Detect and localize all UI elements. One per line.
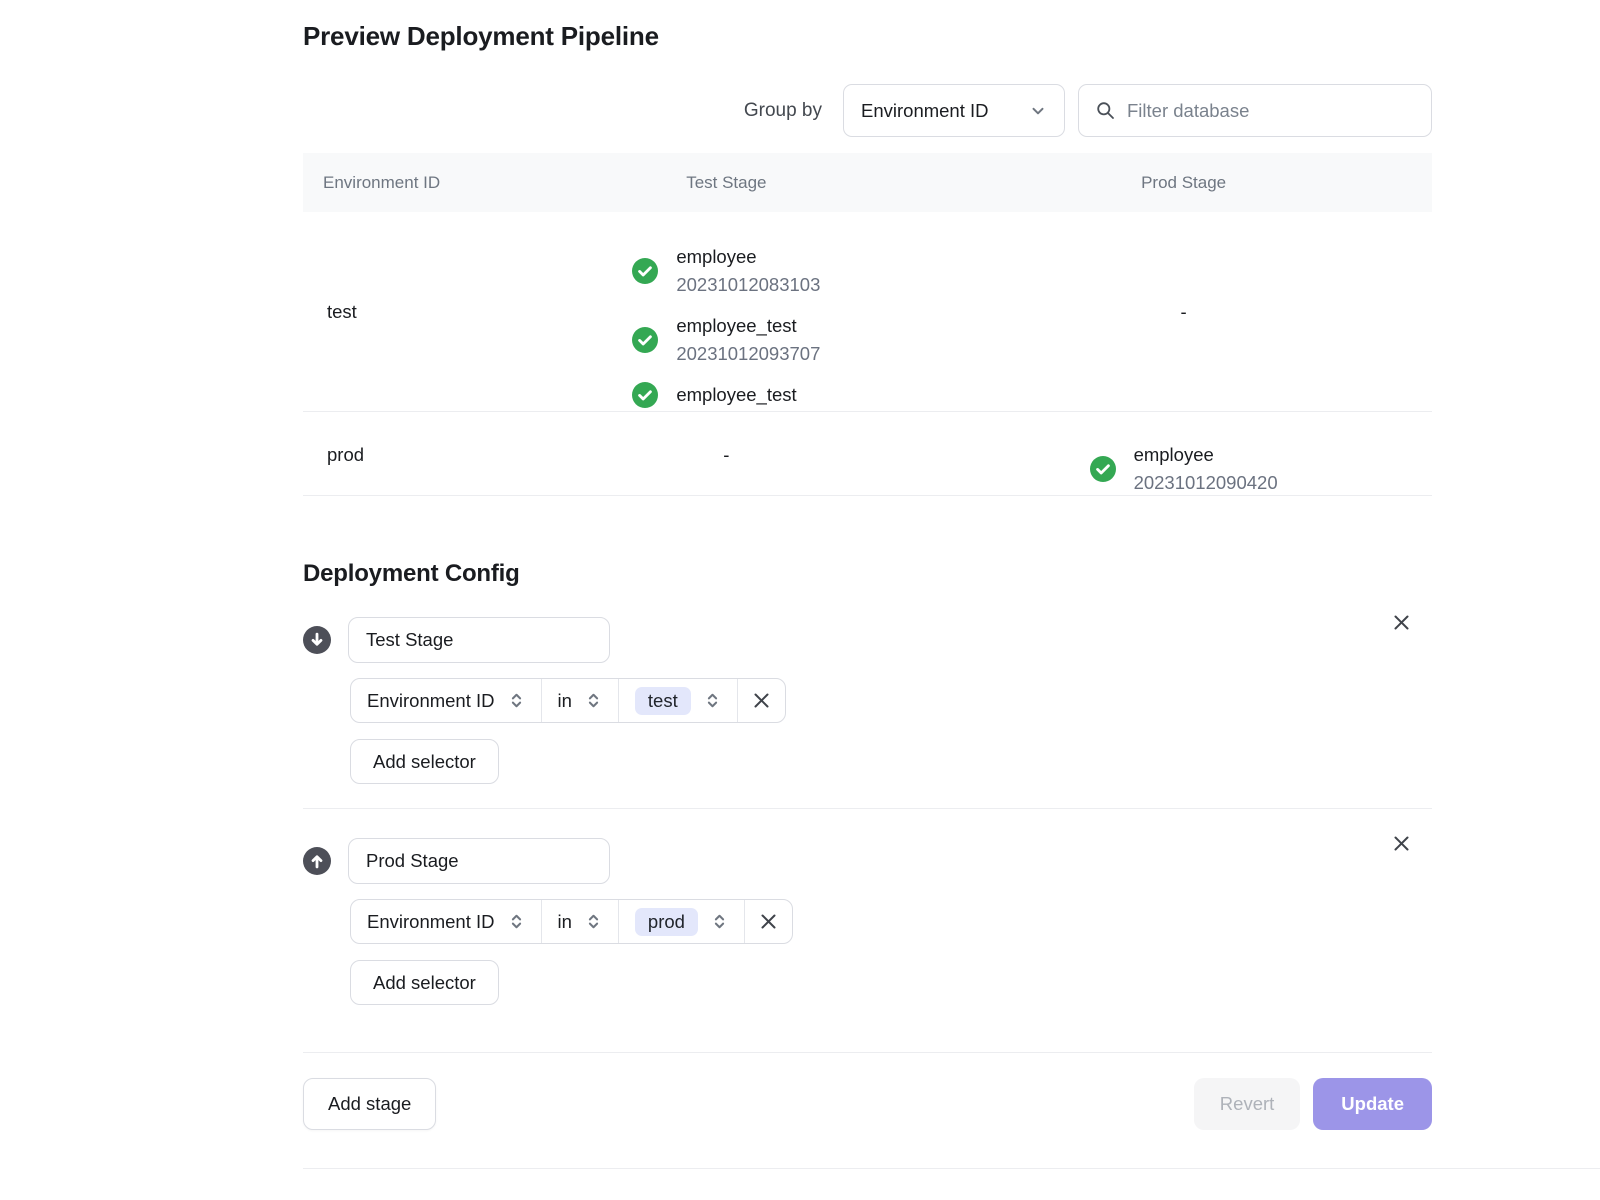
environment-id-cell: prod xyxy=(303,444,518,466)
arrow-up-circle-icon xyxy=(303,847,331,875)
column-header-prod-stage: Prod Stage xyxy=(935,173,1432,193)
chevron-up-down-icon xyxy=(508,692,525,709)
deployment-entry: employee 20231012083103 xyxy=(632,243,820,299)
selector-key-label: Environment ID xyxy=(367,911,495,933)
selector-operator-select[interactable]: in xyxy=(541,679,618,722)
check-circle-icon xyxy=(632,258,658,284)
main-content: Preview Deployment Pipeline Group by Env… xyxy=(303,0,1432,1130)
selector-operator-select[interactable]: in xyxy=(541,900,618,943)
deployment-config-title: Deployment Config xyxy=(303,560,1432,588)
check-circle-icon xyxy=(1090,456,1116,482)
footer-divider xyxy=(303,1052,1432,1053)
chevron-down-icon xyxy=(1029,102,1047,120)
stage-name-input[interactable] xyxy=(348,617,610,663)
column-header-test-stage: Test Stage xyxy=(518,173,936,193)
check-circle-icon xyxy=(632,327,658,353)
test-stage-cell-empty: - xyxy=(518,444,936,466)
remove-stage-button[interactable] xyxy=(1390,611,1412,633)
table-row-prod: prod - employee 20231012090420 xyxy=(303,412,1432,496)
column-header-environment-id: Environment ID xyxy=(303,173,518,193)
prod-stage-cell-empty: - xyxy=(935,301,1432,323)
group-by-select[interactable]: Environment ID xyxy=(843,84,1065,137)
schema-version: 20231012090420 xyxy=(1134,469,1278,497)
selector-key-select[interactable]: Environment ID xyxy=(351,679,541,722)
page-title: Preview Deployment Pipeline xyxy=(303,21,1432,52)
pipeline-table: Environment ID Test Stage Prod Stage tes… xyxy=(303,153,1432,496)
arrow-down-circle-icon xyxy=(303,626,331,654)
pipeline-table-header: Environment ID Test Stage Prod Stage xyxy=(303,153,1432,212)
selector: Environment ID in prod xyxy=(350,899,793,944)
selector-value-tag: prod xyxy=(635,908,698,936)
close-icon xyxy=(752,691,771,710)
deployment-entry: employee_test xyxy=(632,381,796,409)
chevron-up-down-icon xyxy=(711,913,728,930)
selector-operator-label: in xyxy=(558,911,572,933)
schema-version: 20231012093707 xyxy=(676,340,820,368)
chevron-up-down-icon xyxy=(508,913,525,930)
update-button[interactable]: Update xyxy=(1313,1078,1432,1130)
bottom-divider xyxy=(303,1168,1600,1169)
group-by-selected-value: Environment ID xyxy=(861,100,989,122)
selector-key-select[interactable]: Environment ID xyxy=(351,900,541,943)
database-name: employee xyxy=(676,243,820,271)
stage-divider xyxy=(303,808,1432,809)
chevron-up-down-icon xyxy=(704,692,721,709)
selector: Environment ID in test xyxy=(350,678,786,723)
remove-stage-button[interactable] xyxy=(1390,832,1412,854)
revert-button[interactable]: Revert xyxy=(1194,1078,1301,1130)
stage-name-input[interactable] xyxy=(348,838,610,884)
selector-operator-label: in xyxy=(558,690,572,712)
toolbar: Group by Environment ID xyxy=(303,84,1432,137)
close-icon xyxy=(759,912,778,931)
environment-id-cell: test xyxy=(303,301,518,323)
deployment-entry: employee_test 20231012093707 xyxy=(632,312,820,368)
schema-version: 20231012083103 xyxy=(676,271,820,299)
group-by-label: Group by xyxy=(744,100,822,122)
add-selector-button[interactable]: Add selector xyxy=(350,960,499,1005)
chevron-up-down-icon xyxy=(585,692,602,709)
selector-value-select[interactable]: test xyxy=(618,679,737,722)
footer-actions: Add stage Revert Update xyxy=(303,1078,1432,1130)
database-name: employee xyxy=(1134,441,1278,469)
remove-selector-button[interactable] xyxy=(737,679,785,722)
deployment-entry: employee 20231012090420 xyxy=(1090,441,1278,497)
database-name: employee_test xyxy=(676,312,820,340)
remove-selector-button[interactable] xyxy=(744,900,792,943)
add-stage-button[interactable]: Add stage xyxy=(303,1078,436,1130)
check-circle-icon xyxy=(632,382,658,408)
close-icon xyxy=(1392,613,1411,632)
selector-key-label: Environment ID xyxy=(367,690,495,712)
database-name: employee_test xyxy=(676,381,796,409)
stage-config-prod: Environment ID in prod Add selector xyxy=(303,838,1432,1005)
chevron-up-down-icon xyxy=(585,913,602,930)
stage-config-test: Environment ID in test Add selector xyxy=(303,617,1432,784)
close-icon xyxy=(1392,834,1411,853)
add-selector-button[interactable]: Add selector xyxy=(350,739,499,784)
prod-stage-cell: employee 20231012090420 xyxy=(935,441,1432,497)
selector-value-tag: test xyxy=(635,687,691,715)
database-filter-input[interactable] xyxy=(1127,100,1415,122)
test-stage-cell: employee 20231012083103 employee_test 20… xyxy=(518,243,936,409)
selector-value-select[interactable]: prod xyxy=(618,900,744,943)
table-row-test: test employee 20231012083103 employee_te… xyxy=(303,212,1432,412)
database-filter xyxy=(1078,84,1432,137)
search-icon xyxy=(1095,100,1116,121)
